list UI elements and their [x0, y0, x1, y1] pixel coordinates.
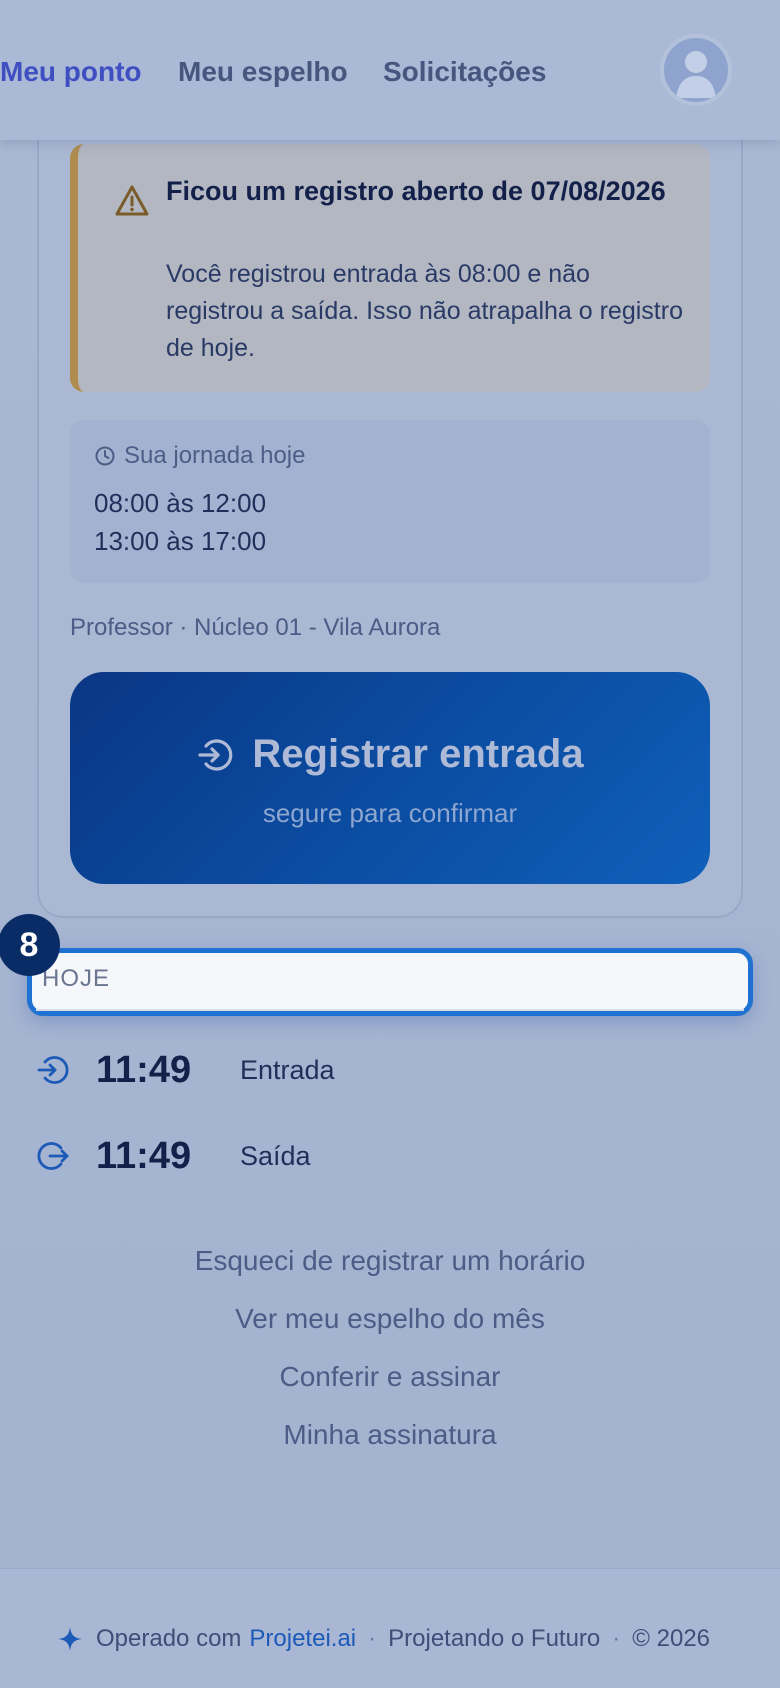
footer-row: Operado com Projetei.ai · Projetando o F…: [56, 1625, 710, 1653]
punch-type: Entrada: [240, 1054, 335, 1085]
sparkle-icon: [58, 1627, 82, 1651]
footer-separator: ·: [368, 1625, 377, 1652]
nav-meu-ponto[interactable]: Meu ponto: [0, 56, 142, 88]
open-record-alert: Ficou um registro aberto de 07/08/2026 V…: [70, 144, 710, 392]
avatar-button[interactable]: [660, 34, 732, 106]
top-navigation: Meu ponto Meu espelho Solicitações: [0, 0, 780, 140]
today-section-header[interactable]: HOJE: [27, 948, 753, 1016]
today-label: HOJE: [42, 965, 111, 992]
register-entry-button[interactable]: Registrar entrada segure para confirmar: [70, 672, 710, 884]
schedule-heading-row: Sua jornada hoje: [94, 442, 305, 470]
footer-brand-link[interactable]: Projetei.ai: [249, 1625, 356, 1653]
punch-time: 11:49: [96, 1134, 192, 1177]
warning-triangle-icon: [115, 185, 149, 216]
exit-icon: [37, 1142, 69, 1170]
nav-solicitacoes[interactable]: Solicitações: [383, 56, 546, 88]
app-page: Meu ponto Meu espelho Solicitações Ficou…: [0, 0, 780, 1688]
register-button-main: Registrar entrada: [70, 732, 710, 777]
clock-icon: [95, 446, 115, 466]
footer-separator: ·: [612, 1625, 621, 1652]
punch-time: 11:49: [96, 1048, 192, 1091]
login-arrow-icon: [198, 738, 233, 771]
role-location: Professor · Núcleo 01 - Vila Aurora: [70, 614, 441, 641]
alert-title: Ficou um registro aberto de 07/08/2026: [166, 176, 666, 206]
my-signature-link[interactable]: Minha assinatura: [0, 1419, 780, 1451]
footer-operated-by: Operado com: [96, 1625, 242, 1652]
entry-icon: [37, 1056, 69, 1084]
forgot-register-link[interactable]: Esqueci de registrar um horário: [0, 1245, 780, 1277]
divider: [36, 1009, 744, 1011]
punch-row: 11:49 Entrada: [36, 1045, 335, 1095]
register-button-label: Registrar entrada: [252, 732, 584, 776]
schedule-panel: Sua jornada hoje 08:00 às 12:00 13:00 às…: [70, 420, 710, 583]
user-avatar-icon: [676, 51, 716, 98]
footer: Operado com Projetei.ai · Projetando o F…: [0, 1568, 780, 1688]
footer-copyright: © 2026: [632, 1625, 711, 1652]
punch-type: Saída: [240, 1140, 311, 1171]
schedule-heading: Sua jornada hoje: [124, 442, 306, 469]
punch-row: 11:49 Saída: [36, 1131, 311, 1181]
register-button-sublabel: segure para confirmar: [262, 798, 518, 828]
view-monthly-mirror-link[interactable]: Ver meu espelho do mês: [0, 1303, 780, 1335]
alert-body: Você registrou entrada às 08:00 e não re…: [166, 260, 683, 362]
nav-meu-espelho[interactable]: Meu espelho: [178, 56, 348, 88]
schedule-line: 13:00 às 17:00: [94, 526, 267, 556]
footer-tagline: Projetando o Futuro: [388, 1625, 601, 1652]
step-badge: 8: [0, 914, 60, 976]
check-and-sign-link[interactable]: Conferir e assinar: [0, 1361, 780, 1393]
schedule-line: 08:00 às 12:00: [94, 488, 267, 518]
